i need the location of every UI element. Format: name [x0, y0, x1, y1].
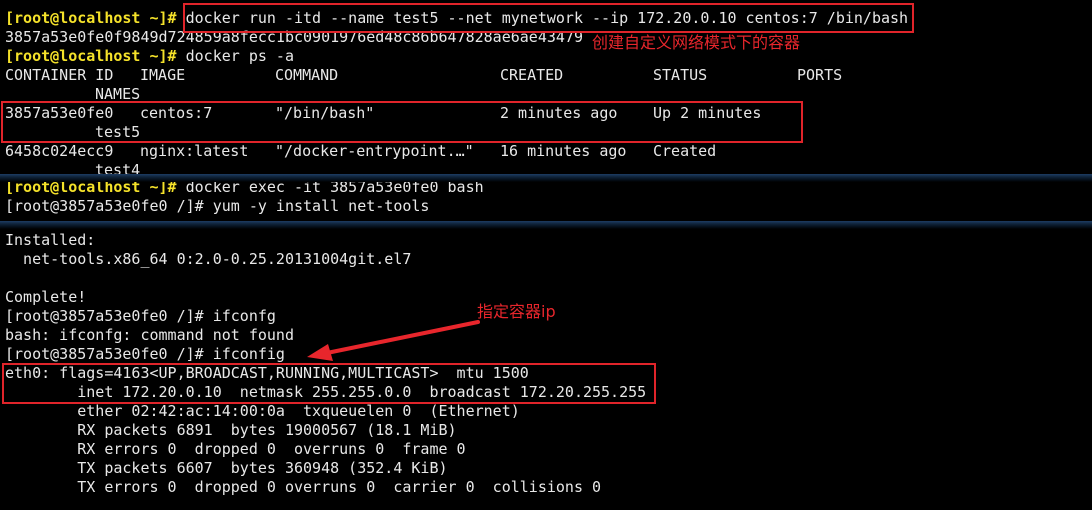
- arrow-head: [307, 344, 333, 361]
- arrow-icon: [307, 320, 480, 361]
- terminal-window[interactable]: [root@localhost ~]# docker run -itd --na…: [0, 0, 1092, 510]
- arrow-shaft: [320, 320, 480, 356]
